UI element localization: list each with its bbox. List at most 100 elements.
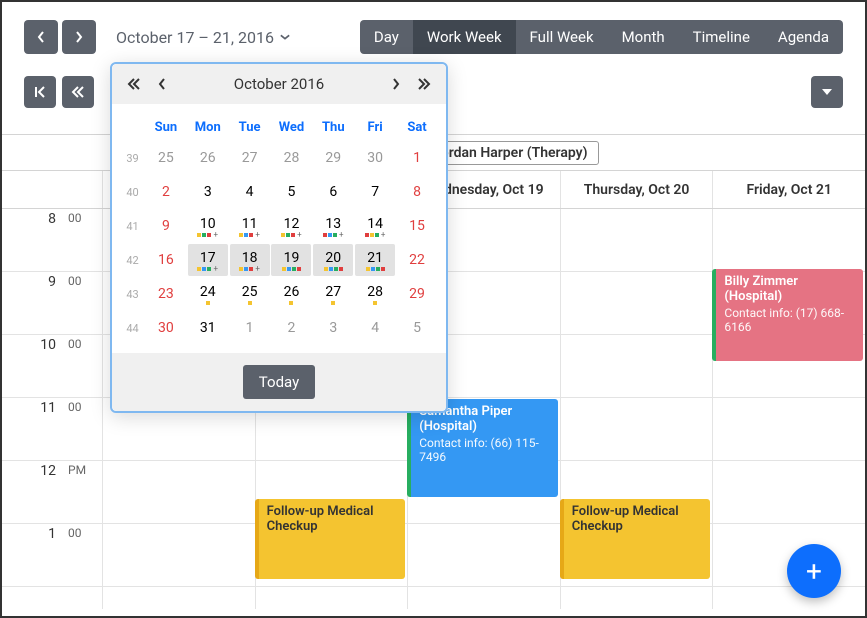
calendar-header: October 2016 xyxy=(112,64,446,104)
calendar-day[interactable]: 24 xyxy=(188,278,228,310)
cal-prev-year-button[interactable] xyxy=(120,70,148,98)
calendar-day[interactable]: 31 xyxy=(188,312,228,344)
calendar-day[interactable]: 15 xyxy=(397,210,437,242)
week-number: 42 xyxy=(120,243,145,277)
next-button[interactable] xyxy=(62,20,96,54)
calendar-day[interactable]: 1 xyxy=(230,312,270,344)
calendar-dow: Tue xyxy=(229,114,271,141)
appointment-subject: Follow-up Medical Checkup xyxy=(267,504,398,534)
view-tab-day[interactable]: Day xyxy=(360,20,413,54)
resource-dropdown[interactable] xyxy=(811,76,843,108)
today-button[interactable]: Today xyxy=(243,365,315,399)
week-number: 43 xyxy=(120,277,145,311)
resource-prev-button[interactable] xyxy=(62,76,94,108)
calendar-day[interactable]: 22 xyxy=(397,244,437,276)
calendar-day[interactable]: 17+ xyxy=(188,244,228,276)
appointment[interactable]: Samantha Piper (Hospital)Contact info: (… xyxy=(407,399,558,497)
calendar-day[interactable]: 20 xyxy=(313,244,353,276)
caret-down-icon xyxy=(822,89,832,95)
week-number: 40 xyxy=(120,175,145,209)
day-header[interactable]: Friday, Oct 21 xyxy=(712,171,865,208)
calendar-day[interactable]: 25 xyxy=(146,142,186,174)
calendar-day[interactable]: 3 xyxy=(313,312,353,344)
day-header[interactable]: Thursday, Oct 20 xyxy=(560,171,713,208)
cal-next-month-button[interactable] xyxy=(382,70,410,98)
calendar-title[interactable]: October 2016 xyxy=(176,75,382,93)
hour-label: 1100 xyxy=(2,398,102,461)
calendar-day[interactable]: 14+ xyxy=(355,210,395,242)
add-appointment-fab[interactable]: + xyxy=(787,544,841,598)
calendar-day[interactable]: 4 xyxy=(230,176,270,208)
appointment[interactable]: Follow-up Medical Checkup xyxy=(560,499,711,579)
calendar-day[interactable]: 1 xyxy=(397,142,437,174)
calendar-day[interactable]: 27 xyxy=(230,142,270,174)
calendar-popup: October 2016 SunMonTueWedThuFriSat 39252… xyxy=(110,62,448,413)
calendar-day[interactable]: 27 xyxy=(313,278,353,310)
calendar-day[interactable]: 25 xyxy=(230,278,270,310)
hour-label: 800 xyxy=(2,209,102,272)
calendar-day[interactable]: 11+ xyxy=(230,210,270,242)
view-tab-month[interactable]: Month xyxy=(608,20,679,54)
calendar-day[interactable]: 30 xyxy=(146,312,186,344)
calendar-day[interactable]: 28 xyxy=(355,278,395,310)
calendar-day[interactable]: 7 xyxy=(355,176,395,208)
view-tab-work-week[interactable]: Work Week xyxy=(413,20,516,54)
cal-next-year-button[interactable] xyxy=(410,70,438,98)
calendar-day[interactable]: 26 xyxy=(188,142,228,174)
nav-button-group xyxy=(24,20,96,54)
calendar-day[interactable]: 19 xyxy=(271,244,311,276)
chevron-down-icon xyxy=(280,32,290,42)
appointment[interactable]: Billy Zimmer (Hospital)Contact info: (17… xyxy=(712,269,863,361)
appointment-info: Contact info: (17) 668-6166 xyxy=(724,306,855,334)
appointment[interactable]: Follow-up Medical Checkup xyxy=(255,499,406,579)
calendar-day[interactable]: 4 xyxy=(355,312,395,344)
view-tab-timeline[interactable]: Timeline xyxy=(679,20,764,54)
calendar-day[interactable]: 2 xyxy=(271,312,311,344)
calendar-day[interactable]: 5 xyxy=(271,176,311,208)
hour-label: 1000 xyxy=(2,335,102,398)
calendar-dow: Mon xyxy=(187,114,229,141)
cal-prev-month-button[interactable] xyxy=(148,70,176,98)
resource-first-button[interactable] xyxy=(24,76,56,108)
chevron-left-icon xyxy=(37,31,45,43)
calendar-day[interactable]: 16 xyxy=(146,244,186,276)
calendar-dow: Wed xyxy=(271,114,313,141)
calendar-table: SunMonTueWedThuFriSat 392526272829301402… xyxy=(120,114,438,345)
allday-event[interactable]: Jordan Harper (Therapy) xyxy=(422,141,599,165)
double-chevron-right-icon xyxy=(417,78,431,90)
date-range-selector[interactable]: October 17 – 21, 2016 xyxy=(116,28,290,47)
calendar-dow: Sun xyxy=(145,114,187,141)
double-chevron-left-icon xyxy=(71,86,85,98)
calendar-day[interactable]: 28 xyxy=(271,142,311,174)
chevron-left-icon xyxy=(158,78,166,90)
week-number: 41 xyxy=(120,209,145,243)
calendar-day[interactable]: 9 xyxy=(146,210,186,242)
calendar-day[interactable]: 30 xyxy=(355,142,395,174)
calendar-day[interactable]: 2 xyxy=(146,176,186,208)
calendar-day[interactable]: 12+ xyxy=(271,210,311,242)
calendar-dow: Sat xyxy=(396,114,438,141)
week-number: 44 xyxy=(120,311,145,345)
calendar-day[interactable]: 6 xyxy=(313,176,353,208)
calendar-day[interactable]: 18+ xyxy=(230,244,270,276)
double-chevron-left-icon xyxy=(127,78,141,90)
view-tab-full-week[interactable]: Full Week xyxy=(516,20,608,54)
double-chevron-left-first-icon xyxy=(33,86,47,98)
calendar-day[interactable]: 3 xyxy=(188,176,228,208)
calendar-day[interactable]: 29 xyxy=(313,142,353,174)
calendar-day[interactable]: 5 xyxy=(397,312,437,344)
hour-label: 100 xyxy=(2,524,102,587)
calendar-day[interactable]: 13+ xyxy=(313,210,353,242)
calendar-day[interactable]: 21 xyxy=(355,244,395,276)
calendar-day[interactable]: 23 xyxy=(146,278,186,310)
calendar-day[interactable]: 10+ xyxy=(188,210,228,242)
calendar-day[interactable]: 8 xyxy=(397,176,437,208)
calendar-dow: Fri xyxy=(354,114,396,141)
calendar-day[interactable]: 29 xyxy=(397,278,437,310)
plus-icon: + xyxy=(806,555,822,588)
calendar-day[interactable]: 26 xyxy=(271,278,311,310)
prev-button[interactable] xyxy=(24,20,58,54)
time-gutter: 8009001000110012PM100 xyxy=(2,209,102,609)
appointment-subject: Billy Zimmer (Hospital) xyxy=(724,274,855,304)
view-tab-agenda[interactable]: Agenda xyxy=(764,20,843,54)
